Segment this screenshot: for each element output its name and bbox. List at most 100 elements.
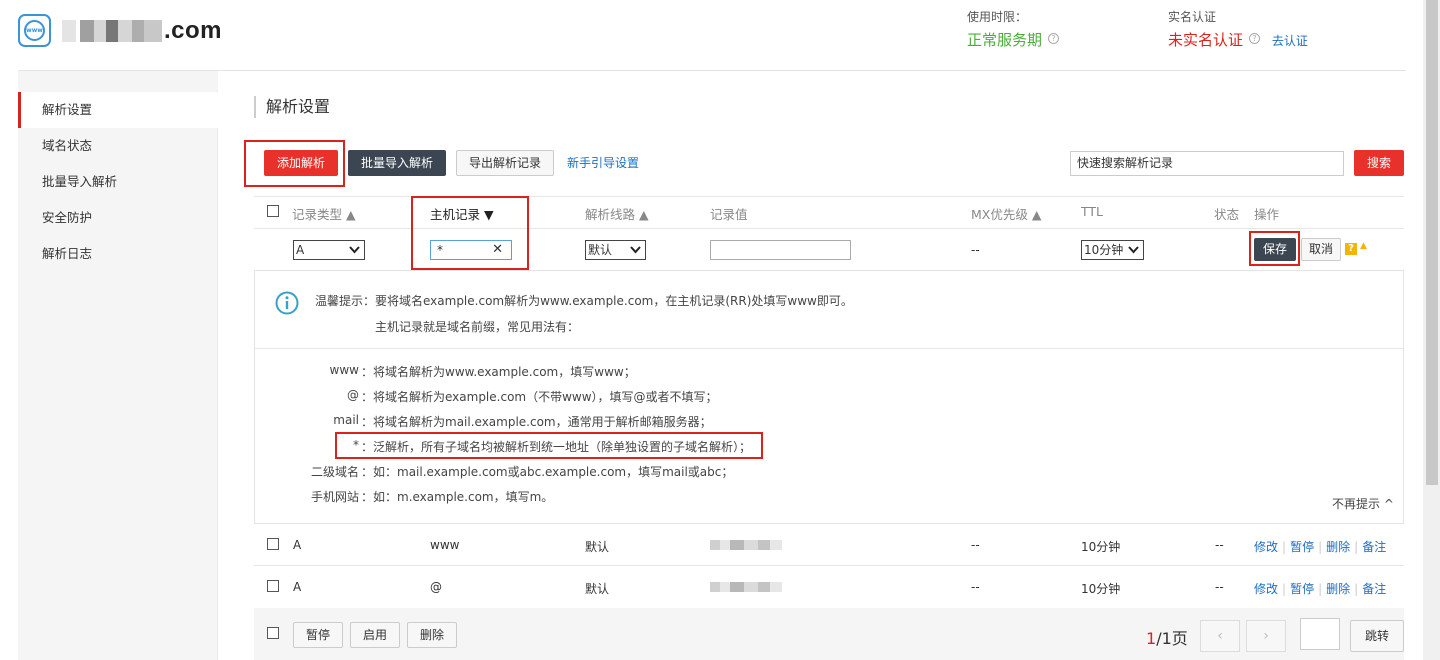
- sidebar-item-dns-settings[interactable]: 解析设置: [18, 92, 218, 128]
- highlight-box: [244, 140, 345, 187]
- chevron-left-icon: ‹: [1217, 628, 1223, 644]
- page-jump-input[interactable]: [1300, 618, 1340, 650]
- tip-title: 温馨提示：: [315, 292, 375, 309]
- site-logo: www: [18, 14, 51, 47]
- col-ttl: TTL: [1081, 204, 1103, 219]
- note-link[interactable]: 备注: [1362, 582, 1386, 596]
- help-icon[interactable]: ?: [1249, 33, 1260, 44]
- chevron-up-icon: ^: [1384, 497, 1394, 511]
- mx-value: --: [971, 243, 980, 257]
- next-page-button[interactable]: ›: [1246, 620, 1286, 652]
- col-type-label: 记录类型: [292, 207, 342, 222]
- row-mx: --: [971, 538, 980, 552]
- type-select-value: A: [296, 243, 304, 257]
- batch-import-button[interactable]: 批量导入解析: [348, 150, 446, 176]
- row-status: --: [1215, 580, 1224, 594]
- row-host: @: [430, 580, 442, 594]
- edit-link[interactable]: 修改: [1254, 582, 1278, 596]
- tip-key: www: [299, 363, 359, 377]
- edit-link[interactable]: 修改: [1254, 540, 1278, 554]
- line-select-value: 默认: [588, 243, 612, 257]
- sidebar-item-domain-status[interactable]: 域名状态: [18, 128, 218, 164]
- row-host: www: [430, 538, 459, 552]
- domain-suffix: .com: [164, 17, 222, 45]
- page-current: 1: [1146, 629, 1156, 648]
- sidebar-item-batch-import[interactable]: 批量导入解析: [18, 164, 218, 200]
- verify-status-group: 未实名认证? 去认证: [1168, 29, 1308, 50]
- type-select[interactable]: A: [293, 240, 365, 260]
- col-line-label: 解析线路: [585, 207, 635, 222]
- batch-enable-button[interactable]: 启用: [350, 622, 400, 648]
- row-divider: [254, 565, 1404, 566]
- delete-link[interactable]: 删除: [1326, 540, 1350, 554]
- pause-link[interactable]: 暂停: [1290, 540, 1314, 554]
- col-type[interactable]: 记录类型 ▲: [292, 204, 356, 223]
- value-input[interactable]: [710, 240, 851, 260]
- row-mx: --: [971, 580, 980, 594]
- row-ttl: 10分钟: [1081, 538, 1120, 555]
- help-icon[interactable]: ?: [1048, 33, 1059, 44]
- collapse-icon[interactable]: ▲: [1360, 241, 1367, 251]
- dismiss-tip-label: 不再提示: [1332, 497, 1380, 511]
- row-line: 默认: [585, 580, 609, 597]
- line-select[interactable]: 默认: [585, 240, 646, 260]
- highlight-box: [1249, 231, 1300, 266]
- footer-select-all-checkbox[interactable]: [267, 627, 279, 639]
- dismiss-tip-link[interactable]: 不再提示 ^: [1332, 495, 1394, 512]
- col-status: 状态: [1214, 204, 1239, 223]
- select-all-checkbox[interactable]: [267, 205, 279, 217]
- tip-desc: ：将域名解析为example.com（不带www），填写@或者不填写；: [361, 388, 718, 405]
- sidebar-item-security[interactable]: 安全防护: [18, 200, 218, 236]
- header-divider: [18, 70, 1406, 71]
- sort-up-icon: ▲: [1032, 207, 1042, 222]
- row-checkbox[interactable]: [267, 538, 279, 550]
- highlight-box: [411, 196, 529, 270]
- globe-www-icon: www: [24, 20, 45, 41]
- pause-link[interactable]: 暂停: [1290, 582, 1314, 596]
- verify-label: 实名认证: [1168, 8, 1216, 25]
- row-ops: 修改|暂停|删除|备注: [1254, 538, 1386, 555]
- verify-status: 未实名认证: [1168, 31, 1243, 49]
- row-type: A: [293, 538, 301, 552]
- row-status: --: [1215, 538, 1224, 552]
- cancel-button[interactable]: 取消: [1301, 238, 1341, 261]
- tip-key: 二级域名: [299, 463, 359, 480]
- jump-button[interactable]: 跳转: [1350, 620, 1404, 652]
- col-mx[interactable]: MX优先级 ▲: [971, 204, 1041, 223]
- row-value-blurred: [710, 540, 782, 550]
- row-checkbox[interactable]: [267, 580, 279, 592]
- sidebar-item-dns-log[interactable]: 解析日志: [18, 236, 218, 272]
- row-ttl: 10分钟: [1081, 580, 1120, 597]
- export-button[interactable]: 导出解析记录: [456, 150, 554, 176]
- col-value: 记录值: [710, 204, 748, 223]
- tip-desc: ：如：m.example.com，填写m。: [361, 488, 553, 505]
- sort-up-icon: ▲: [639, 207, 649, 222]
- row-ops: 修改|暂停|删除|备注: [1254, 580, 1386, 597]
- guide-link[interactable]: 新手引导设置: [567, 154, 639, 171]
- ttl-select[interactable]: 10分钟: [1081, 240, 1144, 260]
- note-link[interactable]: 备注: [1362, 540, 1386, 554]
- highlight-box: [335, 432, 763, 459]
- delete-link[interactable]: 删除: [1326, 582, 1350, 596]
- row-type: A: [293, 580, 301, 594]
- table-footer: 暂停 启用 删除 1/1页 ‹ › 跳转: [254, 608, 1404, 660]
- service-period: 正常服务期?: [967, 29, 1059, 50]
- batch-pause-button[interactable]: 暂停: [293, 622, 343, 648]
- prev-page-button[interactable]: ‹: [1200, 620, 1240, 652]
- scrollbar-thumb[interactable]: [1426, 0, 1438, 485]
- tip-key: mail: [299, 413, 359, 427]
- chevron-right-icon: ›: [1263, 628, 1269, 644]
- verify-link[interactable]: 去认证: [1272, 34, 1308, 48]
- col-ops: 操作: [1254, 204, 1279, 223]
- page-title: 解析设置: [254, 96, 330, 118]
- ttl-select-value: 10分钟: [1084, 243, 1123, 257]
- tip-desc: ：将域名解析为www.example.com，填写www；: [361, 363, 636, 380]
- help-icon[interactable]: ?: [1345, 243, 1357, 255]
- search-input[interactable]: 快速搜索解析记录: [1070, 151, 1344, 176]
- search-button[interactable]: 搜索: [1354, 150, 1404, 176]
- tip-panel: 温馨提示： 要将域名example.com解析为www.example.com，…: [254, 270, 1404, 524]
- batch-delete-button[interactable]: 删除: [407, 622, 457, 648]
- tip-line-1: 要将域名example.com解析为www.example.com，在主机记录(…: [375, 292, 853, 309]
- chevron-down-icon: [1127, 243, 1140, 256]
- col-line[interactable]: 解析线路 ▲: [585, 204, 649, 223]
